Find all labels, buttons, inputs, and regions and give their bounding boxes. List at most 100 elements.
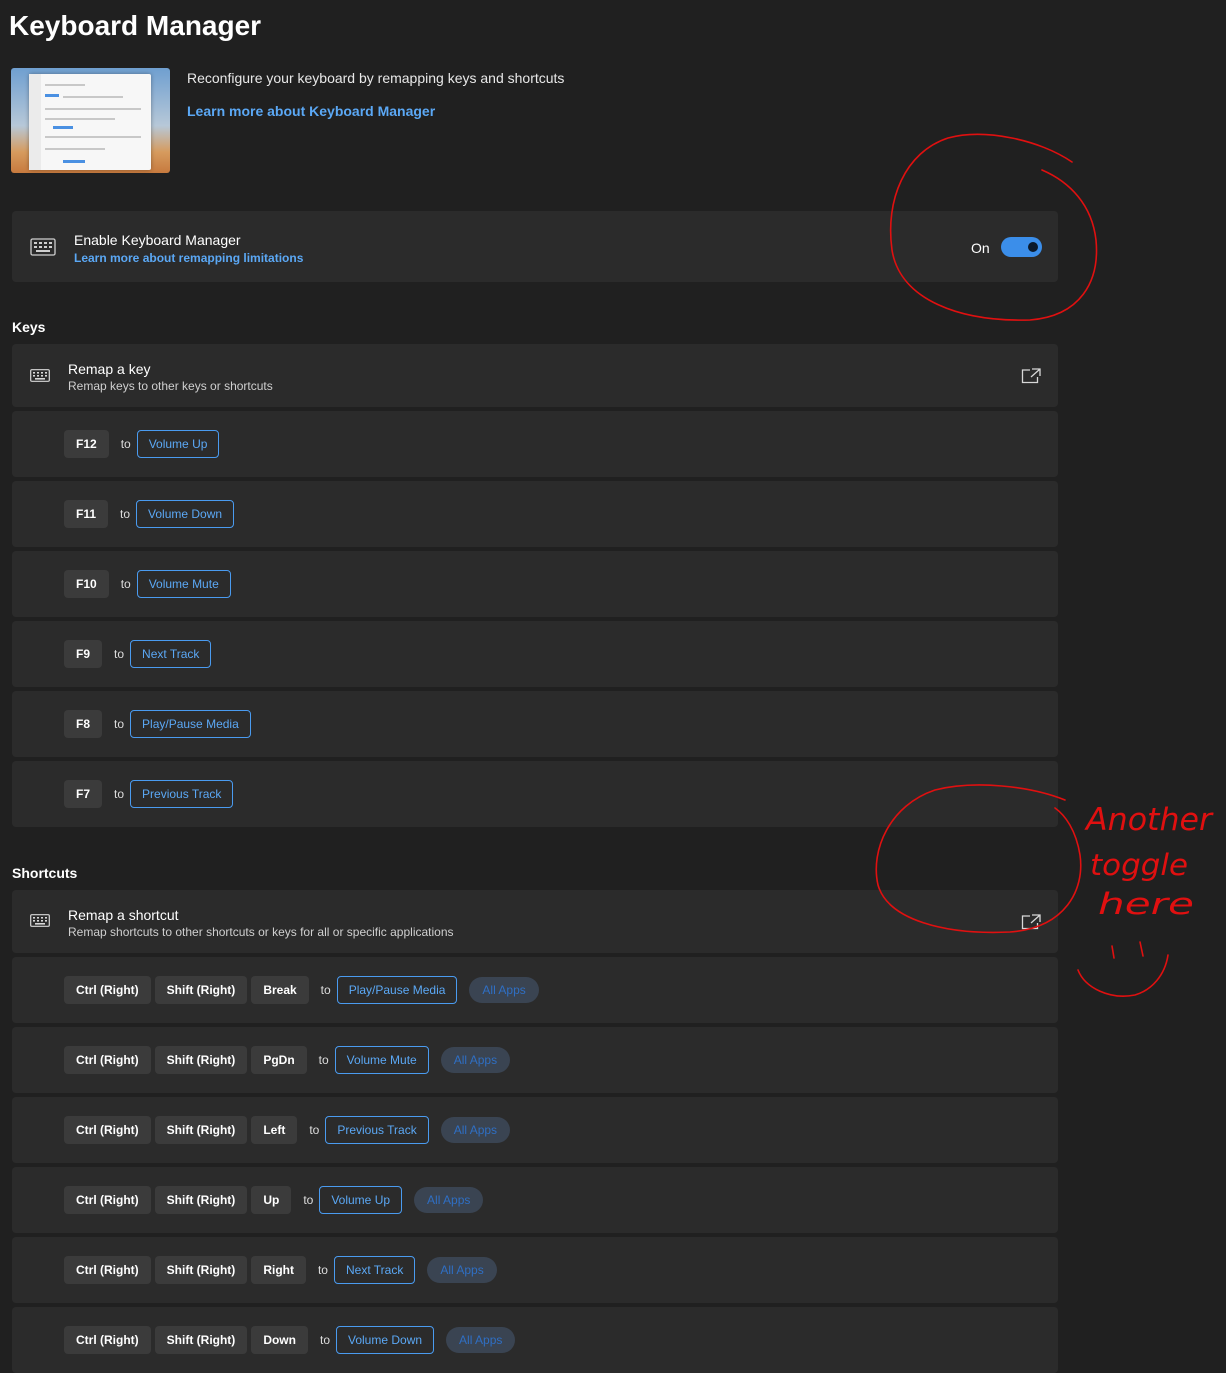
keyboard-icon	[30, 238, 56, 256]
enable-title: Enable Keyboard Manager	[74, 232, 241, 248]
source-key: Shift (Right)	[154, 1326, 248, 1354]
all-apps-badge: All Apps	[414, 1187, 484, 1213]
source-key: Shift (Right)	[154, 1256, 248, 1284]
open-external-icon[interactable]	[1021, 914, 1041, 930]
target-key: Previous Track	[325, 1116, 429, 1144]
page-title: Keyboard Manager	[9, 10, 262, 41]
all-apps-badge: All Apps	[440, 1047, 511, 1073]
target-key: Volume Down	[336, 1326, 435, 1354]
key-mapping-row-content: F9 to Next Track	[64, 621, 212, 687]
toggle-knob	[1028, 242, 1038, 252]
source-key: Shift (Right)	[154, 976, 248, 1004]
to-label: to	[120, 507, 131, 521]
remap-shortcut-subtitle: Remap shortcuts to other shortcuts or ke…	[68, 925, 454, 939]
source-key: Down	[251, 1326, 308, 1354]
source-key: F11	[64, 500, 109, 528]
target-key: Next Track	[130, 640, 212, 668]
source-key: Ctrl (Right)	[64, 1186, 151, 1214]
toggle-state-label: On	[971, 240, 990, 256]
source-key: Ctrl (Right)	[64, 1046, 151, 1074]
all-apps-badge: All Apps	[446, 1327, 516, 1353]
shortcut-mapping-row-content: Ctrl (Right) Shift (Right) Up to Volume Up Al…	[64, 1167, 484, 1233]
shortcut-mapping-row: Ctrl (Right) Shift (Right) Break to Play/Pau…	[12, 957, 1058, 1023]
learn-more-link[interactable]: Learn more about Keyboard Manager	[187, 103, 435, 119]
source-key: F9	[64, 640, 103, 668]
shortcut-mapping-row-content: Ctrl (Right) Shift (Right) Right to Next Tra…	[64, 1237, 497, 1303]
key-mapping-row: F12 to Volume Up	[12, 411, 1058, 477]
to-label: to	[114, 787, 125, 801]
source-key: F7	[64, 780, 103, 808]
shortcut-mapping-row: Ctrl (Right) Shift (Right) Right to Next Tra…	[12, 1237, 1058, 1303]
source-key: Shift (Right)	[154, 1046, 248, 1074]
shortcuts-section-title: Shortcuts	[12, 865, 78, 881]
open-external-icon[interactable]	[1021, 368, 1041, 384]
key-mapping-row: F10 to Volume Mute	[12, 551, 1058, 617]
target-key: Volume Mute	[136, 570, 231, 598]
target-key: Next Track	[333, 1256, 416, 1284]
source-key: Break	[251, 976, 309, 1004]
shortcut-mapping-row-content: Ctrl (Right) Shift (Right) Down to Volume Do…	[64, 1307, 516, 1373]
source-key: PgDn	[251, 1046, 307, 1074]
source-key: Ctrl (Right)	[64, 1116, 151, 1144]
annotation-text-line-1: Another	[1084, 802, 1214, 838]
to-label: to	[318, 1053, 329, 1067]
target-key: Previous Track	[130, 780, 234, 808]
remap-shortcut-title: Remap a shortcut	[68, 907, 179, 923]
source-key: F8	[64, 710, 103, 738]
shortcut-mapping-row: Ctrl (Right) Shift (Right) Left to Previous …	[12, 1097, 1058, 1163]
annotation-text-line-3: here	[1098, 887, 1194, 921]
key-mapping-row: F8 to Play/Pause Media	[12, 691, 1058, 757]
source-key: Up	[251, 1186, 292, 1214]
remap-key-subtitle: Remap keys to other keys or shortcuts	[68, 379, 273, 393]
shortcut-mapping-row: Ctrl (Right) Shift (Right) Up to Volume Up Al…	[12, 1167, 1058, 1233]
source-key: Left	[251, 1116, 298, 1144]
to-label: to	[320, 983, 331, 997]
shortcut-mapping-row-content: Ctrl (Right) Shift (Right) PgDn to Volume Mu…	[64, 1027, 511, 1093]
to-label: to	[120, 437, 131, 451]
all-apps-badge: All Apps	[469, 977, 539, 1003]
key-mapping-row-content: F12 to Volume Up	[64, 411, 220, 477]
all-apps-badge: All Apps	[427, 1257, 497, 1283]
shortcut-mapping-row-content: Ctrl (Right) Shift (Right) Left to Previous …	[64, 1097, 511, 1163]
key-mapping-row: F7 to Previous Track	[12, 761, 1058, 827]
to-label: to	[309, 1123, 320, 1137]
enable-toggle[interactable]	[1001, 237, 1042, 257]
source-key: Ctrl (Right)	[64, 976, 151, 1004]
key-mapping-row: F11 to Volume Down	[12, 481, 1058, 547]
to-label: to	[114, 647, 125, 661]
key-mapping-row-content: F10 to Volume Mute	[64, 551, 231, 617]
target-key: Volume Up	[136, 430, 220, 458]
source-key: Shift (Right)	[154, 1116, 248, 1144]
shortcut-mapping-row: Ctrl (Right) Shift (Right) Down to Volume Do…	[12, 1307, 1058, 1373]
to-label: to	[319, 1333, 330, 1347]
source-key: F10	[64, 570, 109, 598]
source-key: Right	[251, 1256, 306, 1284]
annotation-smiley	[1077, 941, 1169, 997]
source-key: F12	[64, 430, 109, 458]
remap-key-card[interactable]	[12, 344, 1058, 407]
target-key: Play/Pause Media	[336, 976, 458, 1004]
source-key: Ctrl (Right)	[64, 1326, 151, 1354]
source-key: Shift (Right)	[154, 1186, 248, 1214]
key-mapping-row: F9 to Next Track	[12, 621, 1058, 687]
shortcut-mapping-row: Ctrl (Right) Shift (Right) PgDn to Volume Mu…	[12, 1027, 1058, 1093]
target-key: Play/Pause Media	[130, 710, 251, 738]
key-mapping-row-content: F11 to Volume Down	[64, 481, 235, 547]
to-label: to	[120, 577, 131, 591]
to-label: to	[317, 1263, 328, 1277]
all-apps-badge: All Apps	[440, 1117, 511, 1143]
to-label: to	[303, 1193, 314, 1207]
hero-image	[11, 68, 170, 173]
to-label: to	[114, 717, 125, 731]
keys-section-title: Keys	[12, 319, 46, 335]
shortcut-mapping-row-content: Ctrl (Right) Shift (Right) Break to Play/Pau…	[64, 957, 539, 1023]
target-key: Volume Down	[136, 500, 235, 528]
keyboard-icon	[30, 369, 50, 382]
key-mapping-row-content: F7 to Previous Track	[64, 761, 234, 827]
remap-key-title: Remap a key	[68, 361, 151, 377]
target-key: Volume Up	[319, 1186, 403, 1214]
source-key: Ctrl (Right)	[64, 1256, 151, 1284]
annotation-text-line-2: toggle	[1090, 848, 1188, 882]
target-key: Volume Mute	[334, 1046, 429, 1074]
remapping-limitations-link[interactable]: Learn more about remapping limitations	[74, 251, 303, 265]
